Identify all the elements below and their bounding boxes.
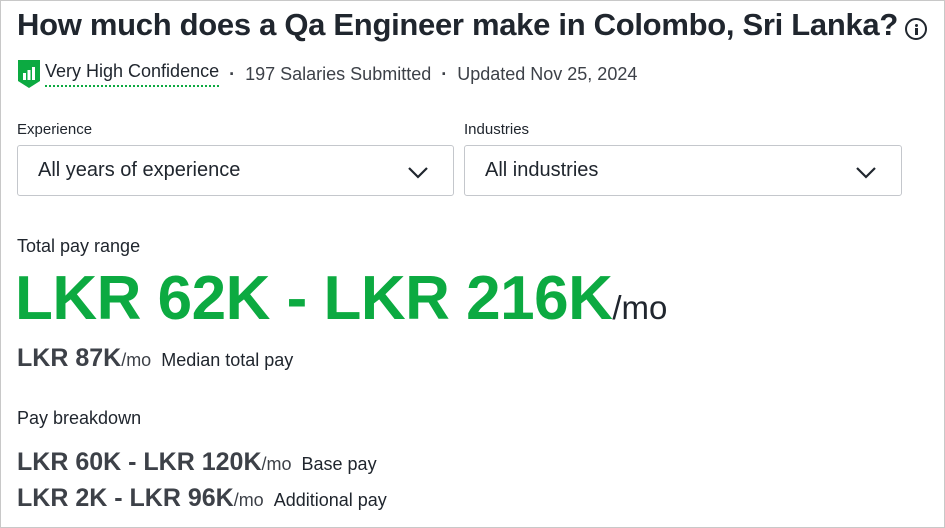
separator-dot: · (441, 63, 448, 84)
base-pay-label: Base pay (301, 454, 377, 474)
additional-pay-label: Additional pay (273, 490, 387, 510)
page-title: How much does a Qa Engineer make in Colo… (17, 7, 898, 42)
updated-date: Updated Nov 25, 2024 (457, 63, 638, 84)
median-pay-label: Median total pay (161, 350, 294, 370)
additional-pay-line: LKR 2K - LKR 96K /mo Additional pay (17, 484, 387, 513)
base-pay-amount: LKR 60K - LKR 120K (17, 448, 262, 476)
separator-dot: · (229, 63, 236, 84)
chevron-down-icon (856, 167, 876, 179)
experience-label: Experience (17, 121, 93, 138)
pay-breakdown-label: Pay breakdown (17, 408, 142, 428)
industries-select[interactable]: All industries (464, 145, 902, 196)
total-pay-unit: /mo (612, 289, 668, 326)
median-pay-unit: /mo (121, 350, 152, 370)
additional-pay-unit: /mo (233, 490, 264, 510)
median-pay-line: LKR 87K /mo Median total pay (17, 344, 293, 373)
page-frame: How much does a Qa Engineer make in Colo… (0, 0, 945, 528)
confidence-shield-icon (18, 60, 40, 88)
chevron-down-icon (408, 167, 428, 179)
base-pay-unit: /mo (261, 454, 292, 474)
total-pay-range: LKR 62K - LKR 216K/mo (15, 263, 667, 334)
industries-selected-value: All industries (485, 159, 599, 181)
experience-select[interactable]: All years of experience (17, 145, 454, 196)
salary-meta: Very High Confidence · 197 Salaries Subm… (17, 59, 637, 89)
additional-pay-amount: LKR 2K - LKR 96K (17, 484, 234, 512)
median-pay-amount: LKR 87K (17, 344, 122, 372)
base-pay-line: LKR 60K - LKR 120K /mo Base pay (17, 448, 377, 477)
salaries-submitted: 197 Salaries Submitted (245, 63, 432, 84)
industries-label: Industries (464, 121, 530, 138)
info-icon[interactable] (905, 18, 927, 40)
confidence-link[interactable]: Very High Confidence (45, 61, 220, 87)
total-pay-amount: LKR 62K - LKR 216K (15, 264, 613, 333)
experience-selected-value: All years of experience (38, 159, 241, 181)
total-pay-label: Total pay range (17, 236, 141, 256)
